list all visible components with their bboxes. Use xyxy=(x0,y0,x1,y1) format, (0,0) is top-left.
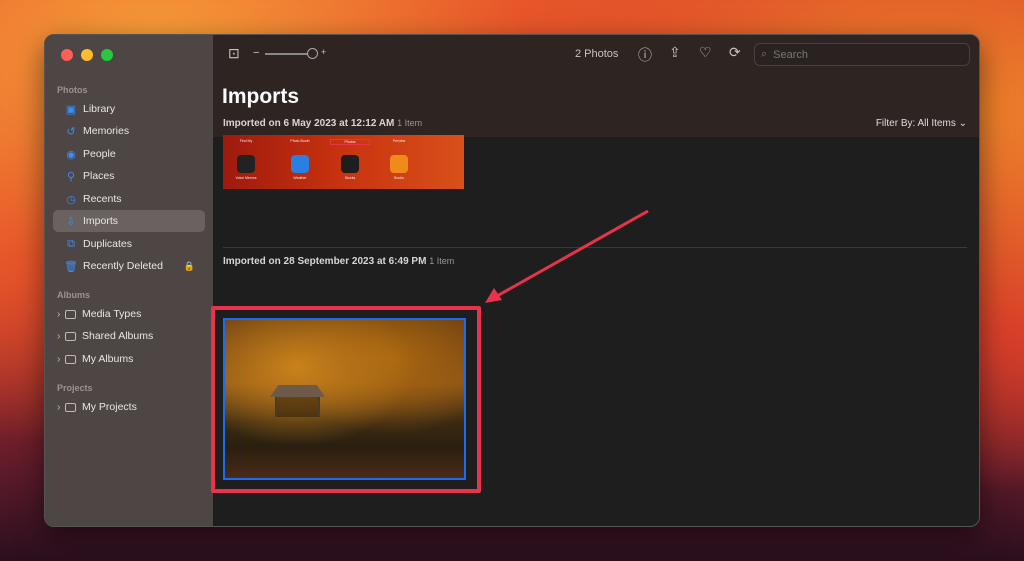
arrow-annotation xyxy=(485,209,649,303)
arrow-line xyxy=(496,209,649,298)
